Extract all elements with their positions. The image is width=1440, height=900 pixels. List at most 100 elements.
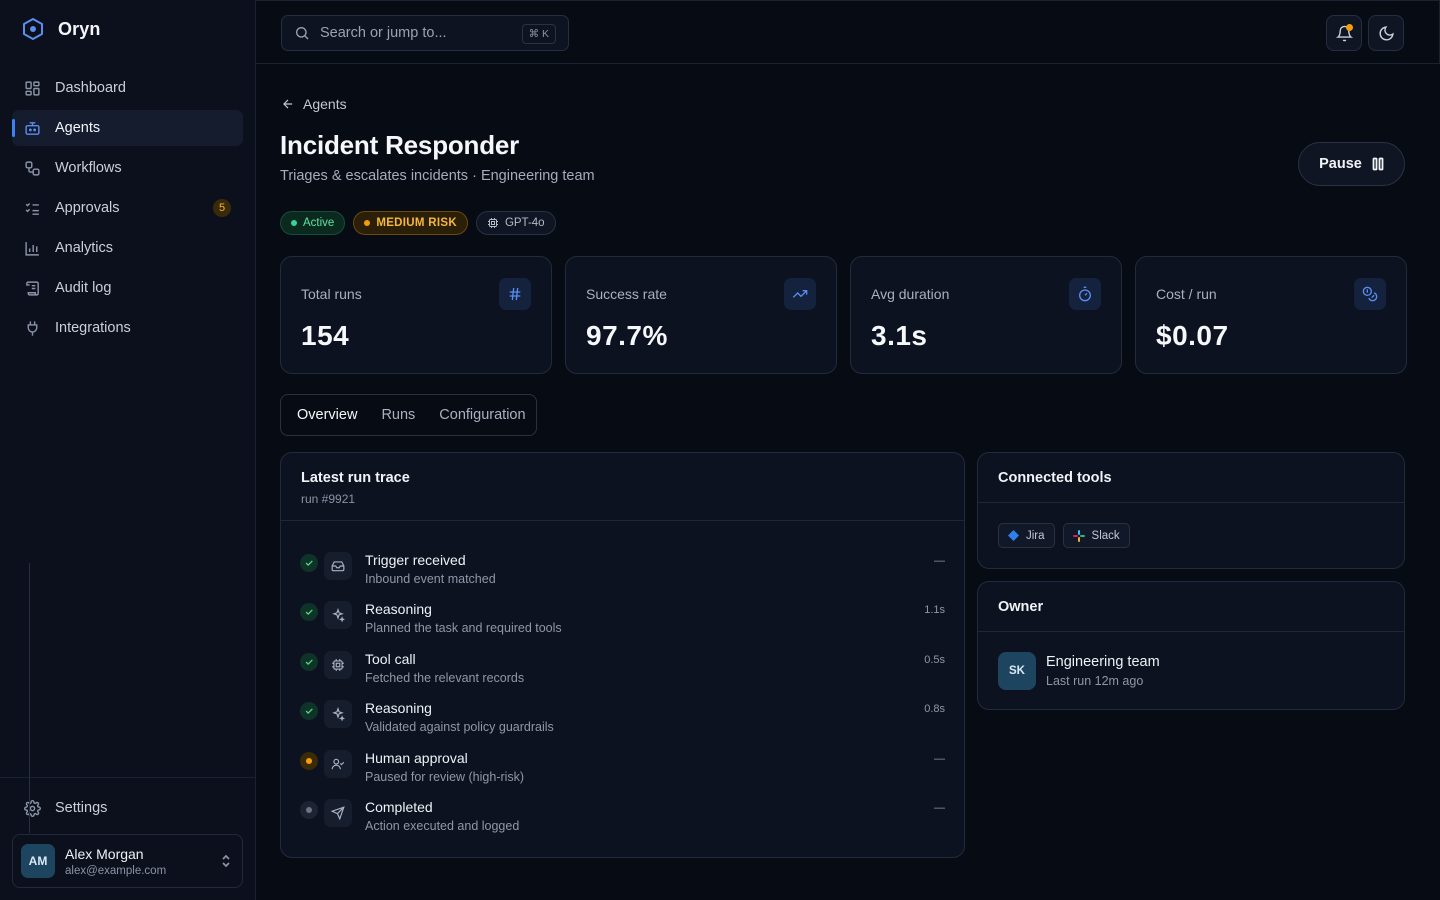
check-icon: [300, 554, 318, 572]
sidebar-item-analytics[interactable]: Analytics: [12, 230, 243, 266]
user-email: alex@example.com: [65, 864, 167, 877]
stat-card-cost-per-run: Cost / run $0.07: [1135, 256, 1407, 374]
card-title: Owner: [998, 599, 1044, 615]
trace-step[interactable]: Human approval Paused for review (high-r…: [300, 750, 945, 794]
divider: [978, 502, 1404, 503]
timer-icon: [1069, 278, 1101, 310]
sidebar: Oryn Dashboard Agents Workflows Approval…: [0, 0, 256, 900]
pause-label: Pause: [1319, 156, 1362, 172]
stat-value: $0.07: [1156, 320, 1229, 351]
brand[interactable]: Oryn: [22, 16, 100, 42]
risk-label: MEDIUM RISK: [376, 217, 457, 229]
run-id: run #9921: [301, 492, 356, 506]
model-label: GPT-4o: [504, 217, 545, 229]
sidebar-item-audit-log[interactable]: Audit log: [12, 270, 243, 306]
tab-configuration[interactable]: Configuration: [439, 407, 525, 423]
brand-name: Oryn: [58, 18, 101, 39]
step-title: Trigger received: [365, 552, 466, 568]
sidebar-item-label: Workflows: [55, 160, 122, 176]
send-icon: [324, 799, 352, 827]
tool-chip-jira[interactable]: Jira: [998, 523, 1055, 548]
arrow-left-icon: [281, 97, 295, 111]
sidebar-item-integrations[interactable]: Integrations: [12, 310, 243, 346]
list-check-icon: [24, 200, 41, 217]
sidebar-item-agents[interactable]: Agents: [12, 110, 243, 146]
inbox-icon: [324, 552, 352, 580]
tool-name: Jira: [1026, 529, 1045, 542]
stat-label: Success rate: [586, 286, 667, 302]
step-title: Tool call: [365, 651, 416, 667]
sidebar-divider: [0, 777, 256, 778]
pause-button[interactable]: Pause: [1298, 142, 1405, 186]
divider: [978, 631, 1404, 632]
owner-name[interactable]: Engineering team: [1046, 654, 1160, 670]
theme-toggle-button[interactable]: [1368, 15, 1404, 51]
scroll-icon: [24, 280, 41, 297]
moon-icon: [1378, 25, 1395, 42]
search-input[interactable]: Search or jump to... ⌘ K: [281, 15, 569, 51]
page-title: Incident Responder: [280, 130, 520, 160]
user-menu[interactable]: AM Alex Morgan alex@example.com: [12, 834, 243, 888]
page-subtitle: Triages & escalates incidents · Engineer…: [280, 168, 595, 184]
owner-card: Owner SK Engineering team Last run 12m a…: [977, 581, 1405, 710]
sidebar-item-label: Agents: [55, 120, 101, 136]
trace-step[interactable]: Tool call Fetched the relevant records 0…: [300, 651, 945, 695]
trace-step[interactable]: Completed Action executed and logged —: [300, 799, 945, 843]
risk-badge: MEDIUM RISK: [353, 211, 468, 235]
step-title: Reasoning: [365, 601, 432, 617]
user-check-icon: [324, 750, 352, 778]
step-description: Fetched the relevant records: [365, 671, 525, 685]
dashboard-icon: [24, 80, 41, 97]
search-placeholder: Search or jump to...: [320, 25, 447, 41]
pending-status-icon: [300, 752, 318, 770]
gear-icon: [24, 799, 41, 817]
check-icon: [300, 702, 318, 720]
stat-value: 97.7%: [586, 320, 668, 351]
stat-card-success-rate: Success rate 97.7%: [565, 256, 837, 374]
card-title: Latest run trace: [301, 470, 410, 486]
stat-value: 3.1s: [871, 320, 928, 351]
trace-step[interactable]: Trigger received Inbound event matched —: [300, 552, 945, 596]
coins-icon: [1354, 278, 1386, 310]
trace-step[interactable]: Reasoning Validated against policy guard…: [300, 700, 945, 744]
status-label: Active: [303, 217, 335, 229]
check-icon: [300, 653, 318, 671]
step-title: Completed: [365, 799, 433, 815]
step-duration: 0.5s: [924, 654, 945, 666]
sidebar-item-workflows[interactable]: Workflows: [12, 150, 243, 186]
bot-icon: [24, 120, 41, 137]
step-description: Paused for review (high-risk): [365, 770, 525, 784]
search-icon: [294, 25, 310, 41]
sidebar-nav: Dashboard Agents Workflows Approvals 5 A…: [12, 70, 243, 350]
idle-status-icon: [300, 801, 318, 819]
sidebar-item-label: Audit log: [55, 280, 112, 296]
divider: [281, 520, 964, 521]
trace-step[interactable]: Reasoning Planned the task and required …: [300, 601, 945, 645]
notifications-button[interactable]: [1326, 15, 1362, 51]
step-duration: —: [934, 753, 945, 765]
tab-runs[interactable]: Runs: [381, 407, 415, 423]
sidebar-item-dashboard[interactable]: Dashboard: [12, 70, 243, 106]
tab-overview[interactable]: Overview: [297, 407, 357, 423]
slack-icon: [1072, 529, 1085, 542]
owner-avatar: SK: [998, 652, 1036, 690]
sparkles-icon: [324, 700, 352, 728]
sidebar-item-settings[interactable]: Settings: [12, 790, 243, 826]
tool-chip-slack[interactable]: Slack: [1062, 523, 1130, 548]
connected-tools-card: Connected tools Jira Slack: [977, 452, 1405, 569]
step-title: Reasoning: [365, 700, 432, 716]
sidebar-item-approvals[interactable]: Approvals 5: [12, 190, 243, 226]
cpu-chip-icon: [487, 217, 499, 229]
topbar: Search or jump to... ⌘ K: [256, 0, 1440, 64]
sparkles-icon: [324, 601, 352, 629]
sidebar-item-label: Dashboard: [55, 80, 126, 96]
step-duration: 0.8s: [924, 703, 945, 715]
tab-bar: Overview Runs Configuration: [280, 394, 537, 436]
back-link[interactable]: Agents: [281, 96, 347, 112]
stat-label: Cost / run: [1156, 286, 1217, 302]
sidebar-item-label: Analytics: [55, 240, 114, 256]
status-dot: [291, 220, 297, 226]
workflow-icon: [24, 160, 41, 177]
avatar: AM: [21, 844, 55, 878]
approvals-count-badge: 5: [213, 199, 231, 217]
